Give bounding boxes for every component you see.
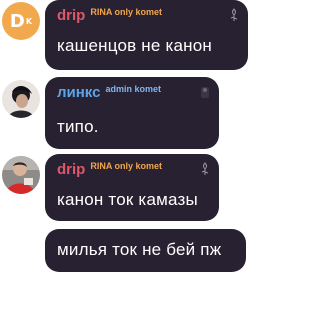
avatar-letter-sup: K	[25, 16, 33, 26]
avatar-photo-icon	[2, 156, 40, 194]
avatar[interactable]	[2, 156, 40, 194]
author-tag: RINA only komet	[90, 7, 163, 17]
message-bubble[interactable]: drip RINA only komet канон ток камазы	[45, 154, 219, 221]
author-tag: admin komet	[105, 84, 161, 94]
avatar[interactable]	[2, 80, 40, 118]
author-name[interactable]: drip	[57, 7, 85, 24]
avatar-letter: D	[9, 10, 25, 32]
message-bubble[interactable]: милья ток не бей пж	[45, 229, 246, 272]
message-bubble[interactable]: drip RINA only komet кашенцов не канон	[45, 0, 248, 70]
avatar[interactable]: DK	[2, 2, 40, 40]
message-text: милья ток не бей пж	[57, 240, 222, 259]
chat-view: DK drip RINA only komet кашенцов не кано…	[0, 0, 251, 320]
message-header: drip RINA only komet	[57, 6, 240, 24]
message-header: линкс admin komet	[57, 83, 211, 101]
message-header: drip RINA only komet	[57, 160, 211, 178]
figure-emblem-icon	[201, 87, 209, 98]
author-name[interactable]: drip	[57, 161, 85, 178]
author-name[interactable]: линкс	[57, 84, 100, 101]
rose-emblem-icon	[201, 162, 209, 175]
author-tag: RINA only komet	[90, 161, 163, 171]
message-bubble[interactable]: линкс admin komet типо.	[45, 77, 219, 149]
message-text: канон ток камазы	[57, 190, 198, 209]
message-text: кашенцов не канон	[57, 36, 212, 55]
message-text: типо.	[57, 117, 99, 136]
rose-emblem-icon	[230, 8, 238, 21]
avatar-photo-icon	[2, 80, 40, 118]
